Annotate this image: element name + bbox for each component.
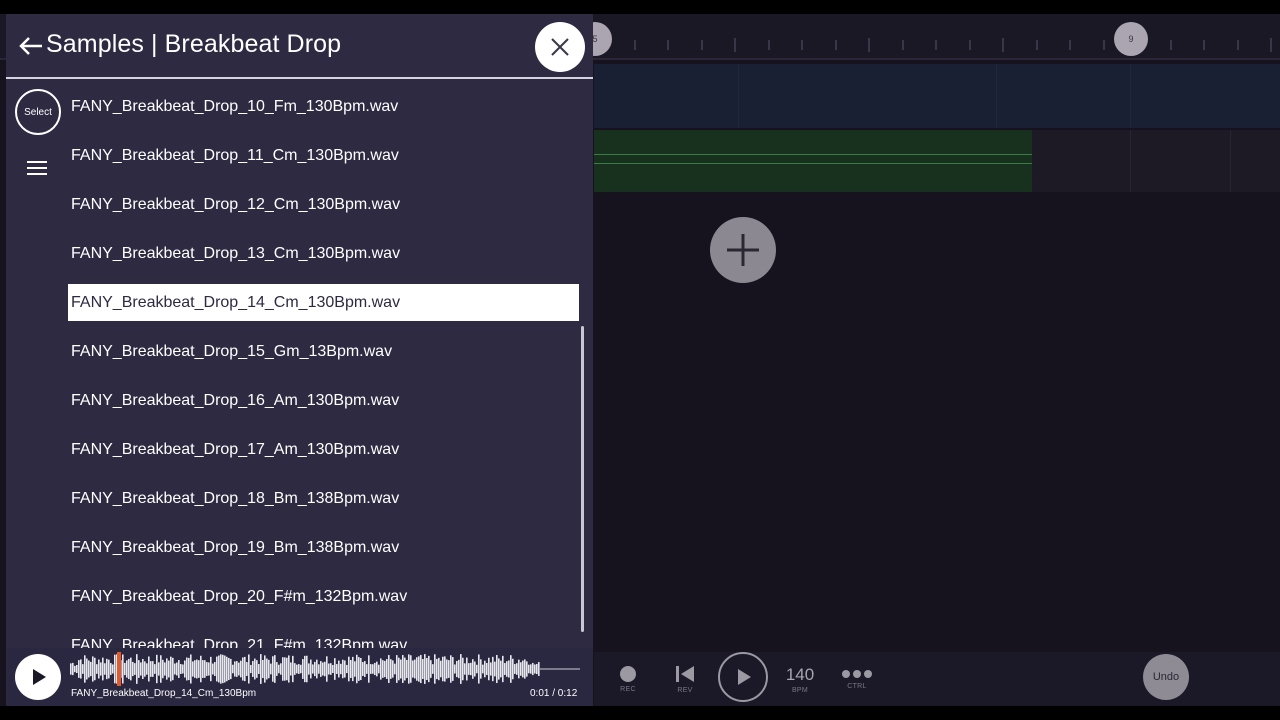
bpm-value: 140 [785, 664, 815, 684]
arrow-left-icon [19, 37, 42, 55]
rewind-label: REV [677, 686, 693, 694]
sample-preview-player: FANY_Breakbeat_Drop_14_Cm_130Bpm 0:01 / … [6, 648, 593, 706]
select-button[interactable]: Select [15, 89, 61, 135]
back-button[interactable] [18, 34, 44, 58]
menu-icon[interactable] [27, 159, 47, 177]
list-item[interactable]: FANY_Breakbeat_Drop_19_Bm_138Bpm.wav [68, 529, 579, 566]
list-item[interactable]: FANY_Breakbeat_Drop_12_Cm_130Bpm.wav [68, 186, 579, 223]
list-item-selected[interactable]: FANY_Breakbeat_Drop_14_Cm_130Bpm.wav [68, 284, 579, 321]
add-track-button[interactable] [710, 217, 776, 283]
waveform[interactable] [70, 653, 580, 685]
playhead[interactable] [116, 652, 121, 686]
list-item[interactable]: FANY_Breakbeat_Drop_16_Am_130Bpm.wav [68, 382, 579, 419]
plus-icon [727, 234, 759, 266]
rewind-button[interactable]: REV [655, 652, 715, 706]
track-lane-1[interactable] [594, 64, 1280, 128]
list-item[interactable]: FANY_Breakbeat_Drop_18_Bm_138Bpm.wav [68, 480, 579, 517]
play-icon [738, 669, 751, 685]
close-button[interactable] [535, 22, 585, 72]
list-item[interactable]: FANY_Breakbeat_Drop_15_Gm_13Bpm.wav [68, 333, 579, 370]
list-item[interactable]: FANY_Breakbeat_Drop_21_F#m_132Bpm.wav [68, 627, 579, 650]
panel-header: Samples | Breakbeat Drop [6, 14, 593, 79]
close-icon [551, 38, 569, 56]
sample-file-list[interactable]: FANY_Breakbeat_Drop_10_Fm_130Bpm.wav FANY… [68, 88, 580, 650]
header-divider [6, 77, 593, 79]
transport-play-button[interactable] [718, 652, 768, 702]
ctrl-button[interactable]: CTRL [827, 652, 887, 706]
skip-back-icon [676, 665, 694, 682]
list-item[interactable]: FANY_Breakbeat_Drop_10_Fm_130Bpm.wav [68, 88, 579, 125]
list-item[interactable]: FANY_Breakbeat_Drop_11_Cm_130Bpm.wav [68, 137, 579, 174]
list-item[interactable]: FANY_Breakbeat_Drop_17_Am_130Bpm.wav [68, 431, 579, 468]
record-button[interactable]: REC [598, 652, 658, 706]
audio-clip[interactable] [594, 130, 1032, 192]
preview-file-name: FANY_Breakbeat_Drop_14_Cm_130Bpm [71, 688, 257, 699]
page-title: Samples | Breakbeat Drop [46, 30, 342, 58]
record-label: REC [620, 685, 636, 693]
play-icon [33, 669, 46, 685]
more-dots-icon [842, 669, 872, 678]
preview-play-button[interactable] [15, 654, 61, 700]
app-stage: 5 9 REC REV 140 BPM CTRL Undo Samples | … [0, 14, 1280, 706]
bar-marker-right[interactable]: 9 [1114, 22, 1148, 56]
undo-button[interactable]: Undo [1143, 654, 1189, 700]
list-item[interactable]: FANY_Breakbeat_Drop_13_Cm_130Bpm.wav [68, 235, 579, 272]
track-lane-2[interactable] [594, 130, 1280, 192]
preview-time: 0:01 / 0:12 [530, 688, 578, 699]
list-item[interactable]: FANY_Breakbeat_Drop_20_F#m_132Bpm.wav [68, 578, 579, 615]
bpm-control[interactable]: 140 BPM [770, 652, 830, 706]
bpm-label: BPM [791, 686, 809, 694]
record-icon [620, 665, 636, 682]
sample-browser-panel: Samples | Breakbeat Drop Select FANY_Bre… [6, 14, 593, 706]
ctrl-label: CTRL [847, 682, 867, 690]
list-scrollbar[interactable] [581, 326, 584, 632]
